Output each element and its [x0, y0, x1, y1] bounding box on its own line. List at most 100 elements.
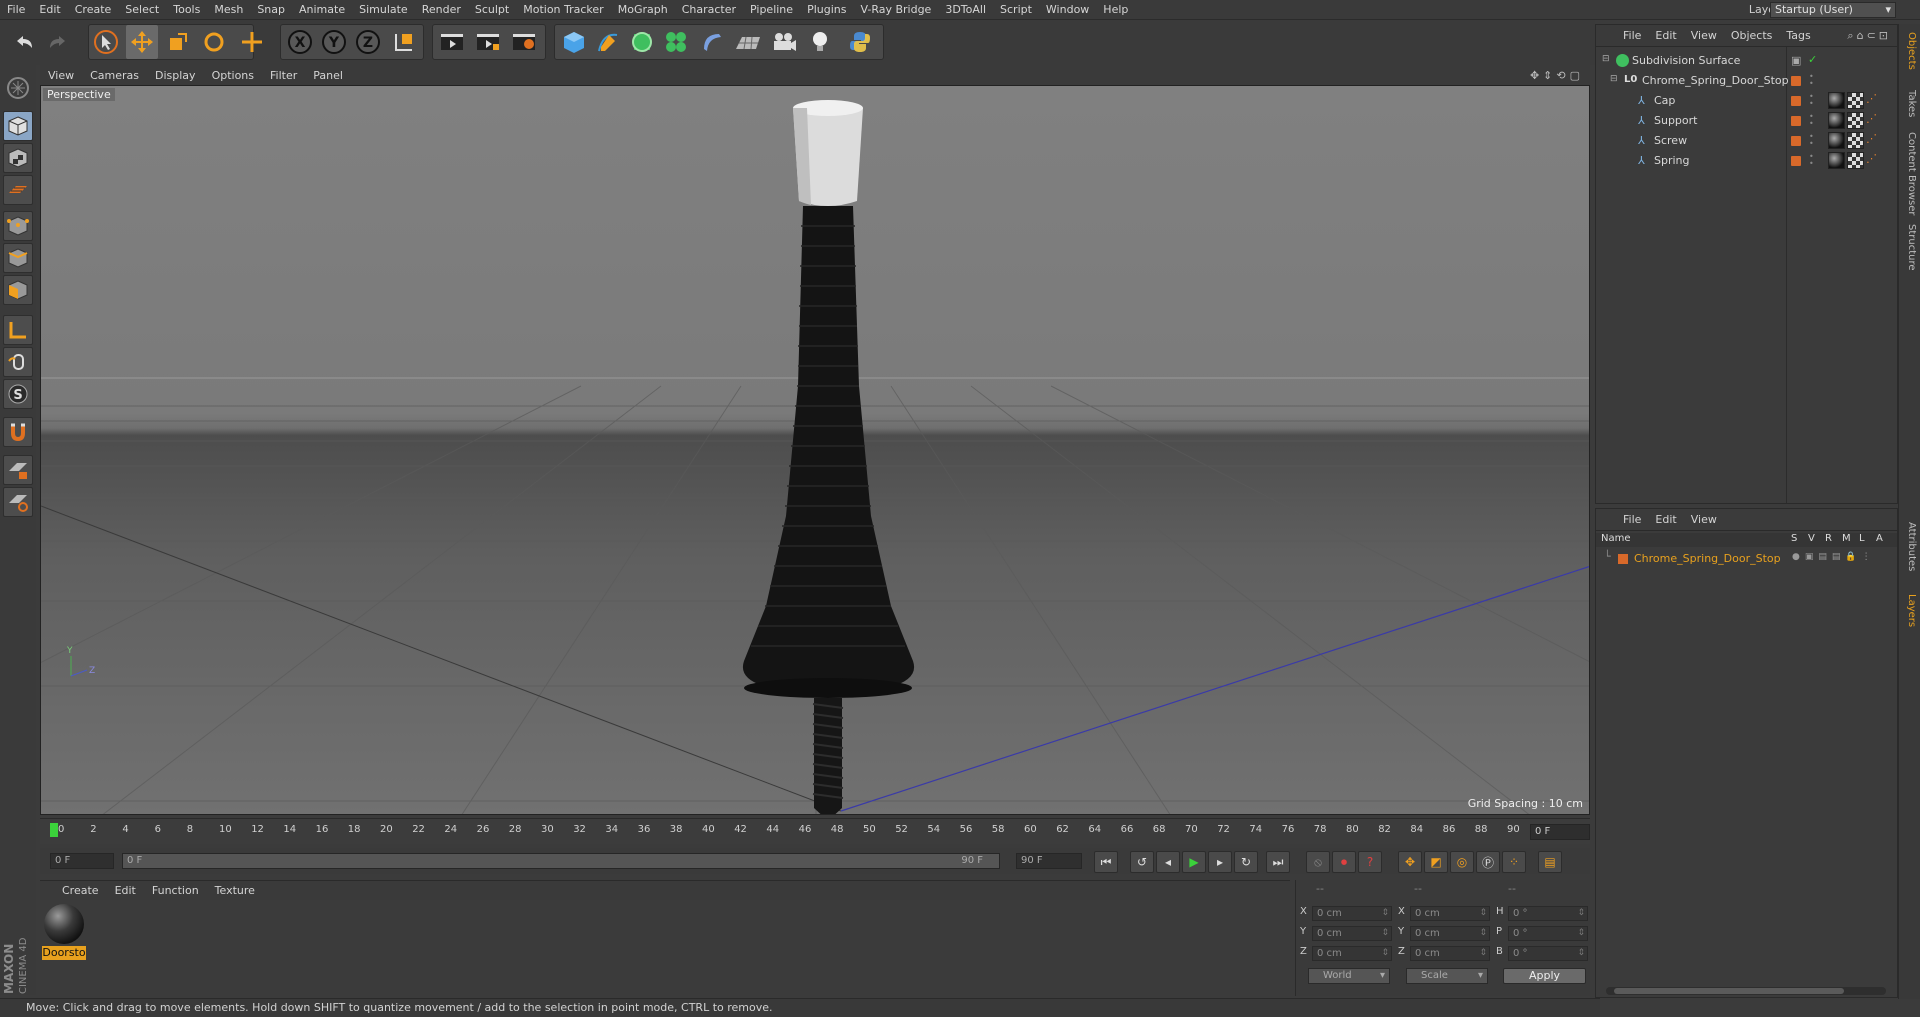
menu-character[interactable]: Character	[675, 0, 743, 20]
material-menu-function[interactable]: Function	[144, 884, 207, 897]
lm-menu-edit[interactable]: Edit	[1648, 513, 1683, 526]
start-frame-field[interactable]: 0 F	[50, 853, 114, 869]
previous-key-icon[interactable]: ↺	[1130, 851, 1154, 873]
menu-animate[interactable]: Animate	[292, 0, 352, 20]
tree-collapse-icon[interactable]: ⊟	[1602, 54, 1615, 67]
layer-color-swatch[interactable]	[1791, 96, 1801, 106]
redo-icon[interactable]	[42, 25, 74, 59]
object-row-spring[interactable]: ⅄ Spring • • ⋰	[1596, 151, 1897, 171]
om-menu-objects[interactable]: Objects	[1724, 29, 1780, 42]
texture-tag-icon[interactable]	[1847, 132, 1864, 149]
texture-tag-icon[interactable]	[1847, 152, 1864, 169]
layer-color-swatch[interactable]	[1791, 156, 1801, 166]
points-mode-icon[interactable]	[3, 211, 33, 241]
y-axis-lock-icon[interactable]: Y	[318, 25, 350, 59]
phong-tag-icon[interactable]: ⋰	[1866, 152, 1883, 169]
visibility-dots[interactable]: • •	[1809, 153, 1814, 168]
menu-simulate[interactable]: Simulate	[352, 0, 415, 20]
layer-color-swatch[interactable]	[1791, 76, 1801, 86]
tab-layers[interactable]: Layers	[1906, 590, 1917, 627]
visibility-dots[interactable]: • •	[1809, 93, 1814, 108]
cube-icon[interactable]	[558, 25, 590, 59]
playhead-marker[interactable]	[50, 823, 58, 837]
menu-window[interactable]: Window	[1039, 0, 1096, 20]
viewport-menu-panel[interactable]: Panel	[305, 69, 351, 82]
material-item[interactable]: Doorsto	[42, 904, 86, 960]
go-to-end-icon[interactable]: ⏭	[1266, 851, 1290, 873]
floor-icon[interactable]	[732, 25, 764, 59]
tab-takes[interactable]: Takes	[1906, 86, 1917, 117]
layer-scrollbar[interactable]	[1606, 987, 1886, 995]
pen-spline-icon[interactable]	[592, 25, 624, 59]
rot-h-field[interactable]: 0 °	[1508, 906, 1588, 921]
live-selection-icon[interactable]	[90, 25, 122, 59]
viewport-menu-filter[interactable]: Filter	[262, 69, 305, 82]
layer-color-swatch[interactable]	[1618, 554, 1628, 564]
visibility-dots[interactable]: • •	[1809, 73, 1814, 88]
key-parameter-icon[interactable]: Ⓟ	[1476, 851, 1500, 873]
om-menu-edit[interactable]: Edit	[1648, 29, 1683, 42]
viewport-menu-view[interactable]: View	[40, 69, 82, 82]
perspective-viewport[interactable]: Perspective Y Z Grid Spacing : 10 cm	[40, 85, 1590, 815]
texture-mode-icon[interactable]	[3, 143, 33, 173]
go-to-start-icon[interactable]: ⏮	[1094, 851, 1118, 873]
coordinate-space-dropdown[interactable]: World	[1308, 968, 1390, 984]
generator-check-icon[interactable]: ▣	[1791, 54, 1801, 67]
polygons-mode-icon[interactable]	[3, 275, 33, 305]
menu-help[interactable]: Help	[1096, 0, 1135, 20]
camera-icon[interactable]	[768, 25, 800, 59]
phong-tag-icon[interactable]: ⋰	[1866, 92, 1883, 109]
object-row-subdivision-surface[interactable]: ⊟ Subdivision Surface ▣ ✓	[1596, 51, 1897, 71]
pos-x-field[interactable]: 0 cm	[1312, 906, 1392, 921]
current-frame-field[interactable]: 0 F	[1530, 824, 1590, 840]
size-y-field[interactable]: 0 cm	[1410, 926, 1490, 941]
menu-mograph[interactable]: MoGraph	[611, 0, 675, 20]
timeline-window-icon[interactable]: ▤	[1538, 851, 1562, 873]
apply-button[interactable]: Apply	[1503, 968, 1586, 984]
object-row-cap[interactable]: ⅄ Cap • • ⋰	[1596, 91, 1897, 111]
menu-file[interactable]: File	[0, 0, 32, 20]
enabled-check-icon[interactable]: ✓	[1808, 53, 1817, 66]
tab-content-browser[interactable]: Content Browser	[1906, 128, 1917, 215]
scale-icon[interactable]	[162, 25, 194, 59]
menu-edit[interactable]: Edit	[32, 0, 67, 20]
viewport-menu-cameras[interactable]: Cameras	[82, 69, 147, 82]
workplane-icon[interactable]	[3, 175, 33, 205]
menu-pipeline[interactable]: Pipeline	[743, 0, 800, 20]
material-tag-icon[interactable]	[1828, 112, 1845, 129]
deformer-icon[interactable]	[696, 25, 728, 59]
edges-mode-icon[interactable]	[3, 243, 33, 273]
layout-dropdown[interactable]: Startup (User)	[1770, 2, 1896, 18]
layer-toggle-icons[interactable]: ●▣▤▤🔒⋮	[1792, 552, 1876, 562]
viewport-camera-label[interactable]: Perspective	[43, 88, 115, 101]
key-scale-icon[interactable]: ◩	[1424, 851, 1448, 873]
size-z-field[interactable]: 0 cm	[1410, 946, 1490, 961]
rotate-icon[interactable]	[198, 25, 230, 59]
next-frame-icon[interactable]: ▸	[1208, 851, 1232, 873]
axis-mode-icon[interactable]	[3, 315, 33, 345]
render-view-icon[interactable]	[436, 25, 468, 59]
size-x-field[interactable]: 0 cm	[1410, 906, 1490, 921]
menu-create[interactable]: Create	[68, 0, 119, 20]
record-keys-icon[interactable]: ⦸	[1306, 851, 1330, 873]
phong-tag-icon[interactable]: ⋰	[1866, 132, 1883, 149]
x-axis-lock-icon[interactable]: X	[284, 25, 316, 59]
menu-snap[interactable]: Snap	[250, 0, 292, 20]
object-row-support[interactable]: ⅄ Support • • ⋰	[1596, 111, 1897, 131]
rot-p-field[interactable]: 0 °	[1508, 926, 1588, 941]
object-row-screw[interactable]: ⅄ Screw • • ⋰	[1596, 131, 1897, 151]
om-menu-file[interactable]: File	[1616, 29, 1648, 42]
tab-objects[interactable]: Objects	[1906, 28, 1917, 70]
material-menu-edit[interactable]: Edit	[107, 884, 144, 897]
menu-tools[interactable]: Tools	[166, 0, 207, 20]
model-mode-icon[interactable]	[3, 111, 33, 141]
menu-3dtoall[interactable]: 3DToAll	[938, 0, 993, 20]
tab-attributes[interactable]: Attributes	[1906, 518, 1917, 571]
pos-z-field[interactable]: 0 cm	[1312, 946, 1392, 961]
menu-select[interactable]: Select	[118, 0, 166, 20]
om-menu-view[interactable]: View	[1684, 29, 1724, 42]
timeline-ruler[interactable]: 0 2 4 6 8 10 12 14 16 18 20 22 24 26 28 30 32 34 36 38 40 42 4…	[40, 818, 1590, 844]
viewport-menu-display[interactable]: Display	[147, 69, 204, 82]
material-tag-icon[interactable]	[1828, 92, 1845, 109]
transform-icon[interactable]	[236, 25, 268, 59]
